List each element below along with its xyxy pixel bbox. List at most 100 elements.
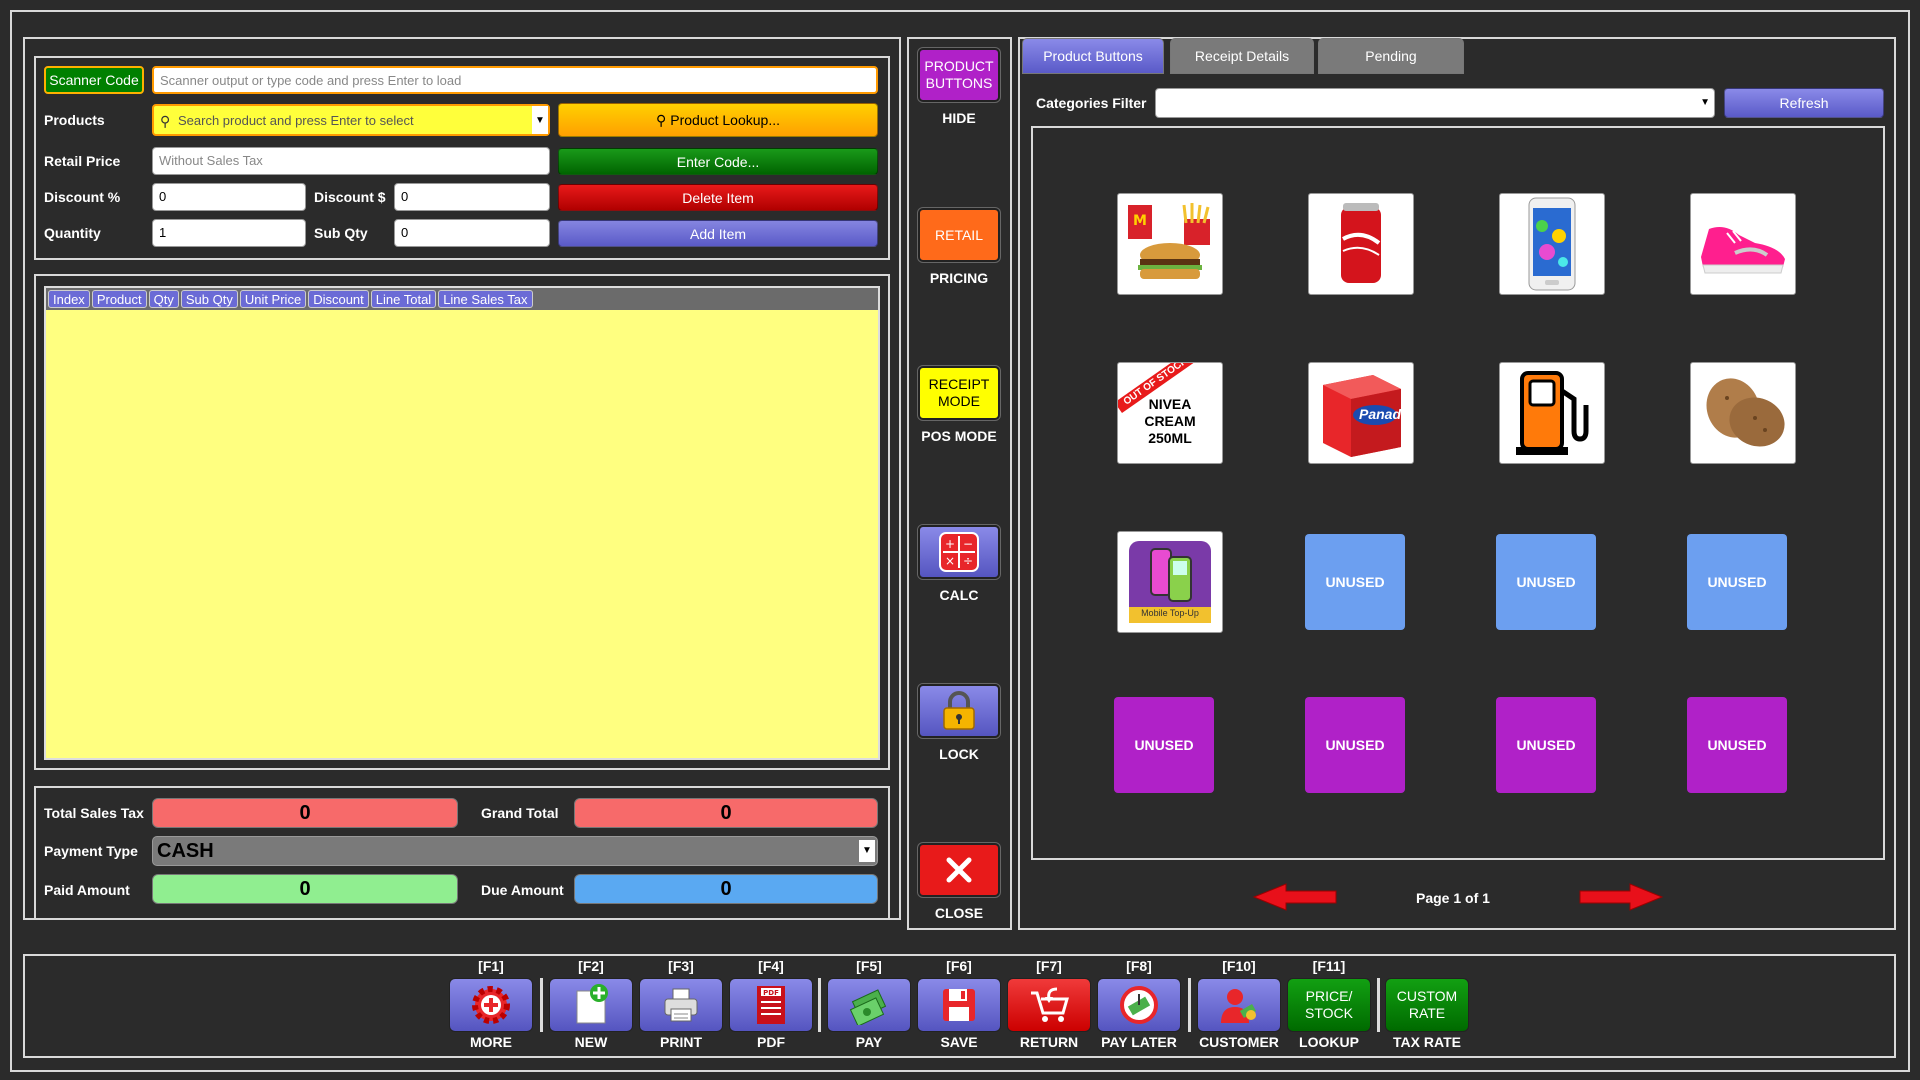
custom-rate-button[interactable]: CUSTOM RATE <box>1385 978 1469 1032</box>
product-dropdown-arrow[interactable]: ▼ <box>532 106 548 134</box>
save-button[interactable] <box>917 978 1001 1032</box>
burger-meal-icon: M <box>1128 203 1210 279</box>
f6-key-label: [F6] <box>946 958 972 974</box>
tab-pending[interactable]: Pending <box>1318 38 1464 74</box>
column-header[interactable]: Unit Price <box>239 290 307 308</box>
product-search-input[interactable]: ⚲ Search product and press Enter to sele… <box>152 104 550 136</box>
refresh-button[interactable]: Refresh <box>1724 88 1884 118</box>
unused-button[interactable]: UNUSED <box>1687 534 1787 630</box>
print-button[interactable] <box>639 978 723 1032</box>
column-header[interactable]: Index <box>48 290 90 308</box>
new-button[interactable] <box>549 978 633 1032</box>
product-button-cola-can[interactable] <box>1308 193 1414 295</box>
column-header[interactable]: Sub Qty <box>180 290 238 308</box>
svg-text:−: − <box>963 537 973 551</box>
enter-code-button[interactable]: Enter Code... <box>558 148 878 175</box>
column-header[interactable]: Qty <box>148 290 179 308</box>
tab-product-buttons[interactable]: Product Buttons <box>1022 38 1164 74</box>
f11-key-label: [F11] <box>1312 958 1346 974</box>
more-label: MORE <box>470 1034 512 1050</box>
svg-text:×: × <box>945 554 955 568</box>
column-header[interactable]: Line Sales Tax <box>438 290 533 308</box>
receipt-mode-button[interactable]: RECEIPT MODE <box>918 366 1000 420</box>
grand-total-value: 0 <box>574 798 878 828</box>
f7-key-label: [F7] <box>1036 958 1062 974</box>
discount-amount-input[interactable]: 0 <box>394 183 550 211</box>
return-button[interactable] <box>1007 978 1091 1032</box>
due-amount-value: 0 <box>574 874 878 904</box>
paid-amount-input[interactable]: 0 <box>152 874 458 904</box>
quantity-input[interactable]: 1 <box>152 219 306 247</box>
gear-plus-icon <box>472 986 510 1024</box>
scanner-input[interactable]: Scanner output or type code and press En… <box>152 66 878 94</box>
pay-button[interactable] <box>827 978 911 1032</box>
product-button-burger-meal[interactable]: M <box>1117 193 1223 295</box>
product-button-sneaker[interactable] <box>1690 193 1796 295</box>
sub-qty-label: Sub Qty <box>314 225 368 241</box>
product-buttons-toggle[interactable]: PRODUCT BUTTONS <box>918 48 1000 102</box>
unused-button[interactable]: UNUSED <box>1496 697 1596 793</box>
product-button-nivea-cream[interactable]: OUT OF STOCK NIVEA CREAM 250ML <box>1117 362 1223 464</box>
product-button-smartphone[interactable] <box>1499 193 1605 295</box>
scanner-code-button[interactable]: Scanner Code <box>44 66 144 94</box>
customer-button[interactable] <box>1197 978 1281 1032</box>
nivea-cream-label: NIVEA CREAM 250ML <box>1144 395 1196 446</box>
column-header[interactable]: Line Total <box>370 290 437 308</box>
discount-amount-label: Discount $ <box>314 189 386 205</box>
printer-icon <box>664 988 698 1022</box>
toolbar-separator <box>540 978 543 1032</box>
calc-button[interactable]: + − × ÷ <box>918 525 1000 579</box>
items-grid[interactable]: Index Product Qty Sub Qty Unit Price Dis… <box>44 286 880 760</box>
lock-label: LOCK <box>939 746 979 762</box>
return-cart-icon <box>1031 987 1069 1022</box>
floppy-disk-icon <box>943 989 975 1021</box>
product-button-mobile-topup[interactable]: Mobile Top-Up <box>1117 531 1223 633</box>
retail-price-input[interactable]: Without Sales Tax <box>152 147 550 175</box>
previous-page-button[interactable] <box>1252 882 1338 917</box>
close-button[interactable] <box>918 843 1000 897</box>
product-button-potato[interactable] <box>1690 362 1796 464</box>
toolbar-separator <box>1377 978 1380 1032</box>
next-page-button[interactable] <box>1578 882 1664 917</box>
grand-total-label: Grand Total <box>481 805 559 821</box>
sub-qty-input[interactable]: 0 <box>394 219 550 247</box>
pay-later-button[interactable] <box>1097 978 1181 1032</box>
retail-button[interactable]: RETAIL <box>918 208 1000 262</box>
f5-key-label: [F5] <box>856 958 882 974</box>
add-item-button[interactable]: Add Item <box>558 220 878 247</box>
f8-key-label: [F8] <box>1126 958 1152 974</box>
product-button-fuel[interactable] <box>1499 362 1605 464</box>
toolbar-separator <box>818 978 821 1032</box>
product-button-panadol[interactable]: Panadol <box>1308 362 1414 464</box>
unused-button[interactable]: UNUSED <box>1305 534 1405 630</box>
price-stock-lookup-button[interactable]: PRICE/ STOCK <box>1287 978 1371 1032</box>
tab-receipt-details[interactable]: Receipt Details <box>1170 38 1314 74</box>
pdf-button[interactable]: PDF <box>729 978 813 1032</box>
customer-icon <box>1221 989 1257 1023</box>
f4-key-label: [F4] <box>758 958 784 974</box>
unused-button[interactable]: UNUSED <box>1496 534 1596 630</box>
magnifier-icon: ⚲ <box>655 111 667 128</box>
discount-percent-input[interactable]: 0 <box>152 183 306 211</box>
unused-button[interactable]: UNUSED <box>1687 697 1787 793</box>
page-indicator: Page 1 of 1 <box>1416 890 1490 906</box>
delete-item-button[interactable]: Delete Item <box>558 184 878 211</box>
lock-button[interactable] <box>918 684 1000 738</box>
total-sales-tax-label: Total Sales Tax <box>44 805 144 821</box>
new-document-icon <box>576 984 608 1024</box>
column-header[interactable]: Product <box>91 290 147 308</box>
pdf-icon: PDF <box>757 986 785 1024</box>
due-amount-label: Due Amount <box>481 882 564 898</box>
payment-type-select[interactable]: CASH ▼ <box>152 836 878 866</box>
product-lookup-label: Product Lookup... <box>670 112 780 128</box>
unused-button[interactable]: UNUSED <box>1114 697 1214 793</box>
quantity-label: Quantity <box>44 225 101 241</box>
column-header[interactable]: Discount <box>308 290 369 308</box>
categories-filter-select[interactable]: ▼ <box>1155 88 1715 118</box>
potato-icon <box>1706 378 1785 447</box>
unused-button[interactable]: UNUSED <box>1305 697 1405 793</box>
total-sales-tax-value: 0 <box>152 798 458 828</box>
more-button[interactable] <box>449 978 533 1032</box>
tax-rate-label: TAX RATE <box>1393 1034 1461 1050</box>
product-lookup-button[interactable]: ⚲ Product Lookup... <box>558 103 878 137</box>
